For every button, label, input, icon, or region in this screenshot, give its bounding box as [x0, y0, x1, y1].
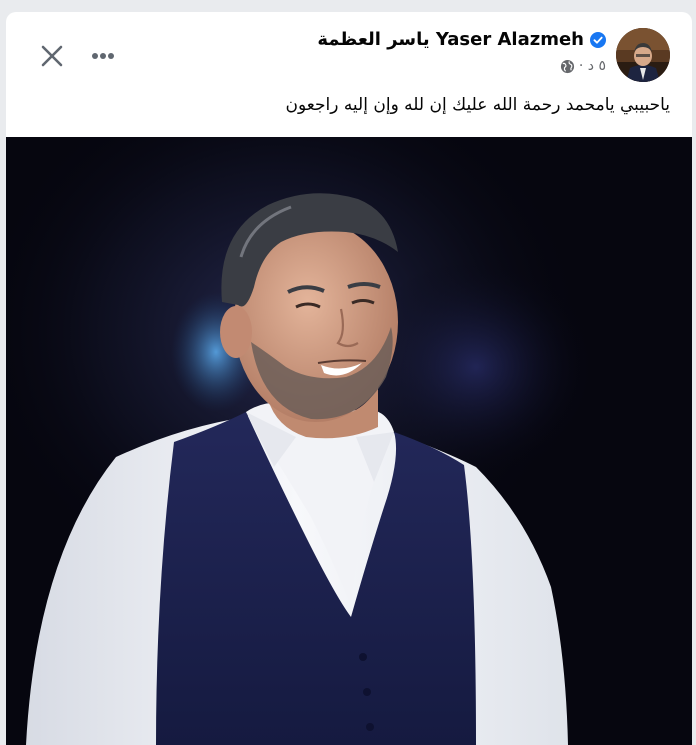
author-avatar[interactable]	[616, 28, 670, 82]
post-meta: ٥ د ·	[560, 58, 606, 74]
author-row: Yaser Alazmeh ياسر العظمة	[317, 29, 606, 50]
post-timestamp[interactable]: ٥ د ·	[579, 58, 606, 74]
avatar-image	[616, 28, 670, 82]
author-name[interactable]: Yaser Alazmeh ياسر العظمة	[317, 29, 584, 50]
post-caption: ياحبيبي يامحمد رحمة الله عليك إن لله وإن…	[285, 95, 671, 115]
close-icon	[41, 45, 63, 67]
verified-badge-icon	[590, 31, 606, 48]
more-options-button[interactable]	[86, 38, 122, 74]
post-card: Yaser Alazmeh ياسر العظمة ٥ د · ياحبيبي …	[6, 12, 692, 745]
post-photo[interactable]	[6, 137, 692, 745]
post-header: Yaser Alazmeh ياسر العظمة ٥ د ·	[6, 12, 692, 92]
close-button[interactable]	[34, 38, 70, 74]
globe-icon[interactable]	[560, 59, 575, 74]
more-options-icon	[92, 53, 114, 59]
photo-image	[6, 137, 692, 745]
